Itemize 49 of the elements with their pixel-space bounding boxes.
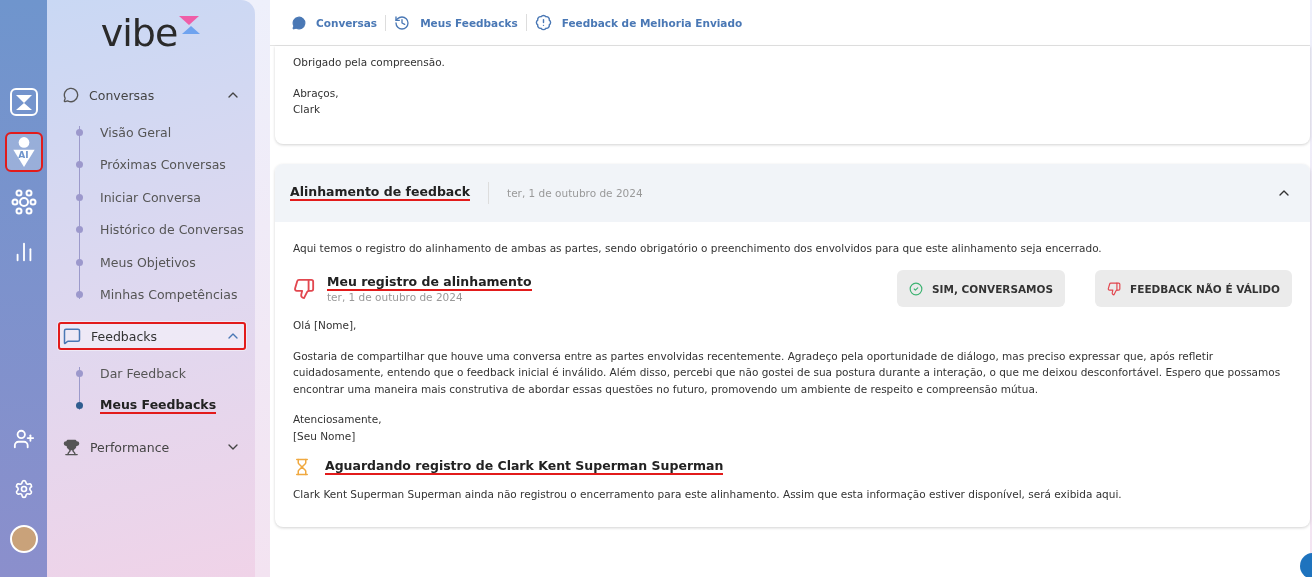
group-label: Feedbacks [91, 328, 159, 344]
hourglass-icon [293, 458, 311, 476]
vibe-logo: vibe [100, 14, 178, 52]
person-icon[interactable] [11, 136, 36, 168]
sidebar-group[interactable]: Performance [57, 432, 247, 462]
thumbs-down-icon [1107, 281, 1122, 296]
thumbs-down-icon [293, 277, 315, 300]
feedback-icon [63, 327, 81, 345]
sidebar-group[interactable]: Conversas [57, 80, 247, 110]
breadcrumb-link[interactable]: Meus Feedbacks [420, 16, 518, 29]
sidebar-item[interactable]: Histórico de Conversas [100, 222, 244, 238]
sidebar-item[interactable]: Meus Objetivos [100, 254, 196, 270]
sidebar-item[interactable]: Iniciar Conversa [100, 189, 201, 205]
breadcrumb-link[interactable]: Conversas [316, 16, 378, 29]
sidebar-item[interactable]: Visão Geral [100, 124, 172, 140]
sidebar-item[interactable]: Minhas Competências [100, 287, 238, 303]
network-icon[interactable] [10, 189, 37, 215]
waiting-text: Clark Kent Superman Superman ainda não registrou o encerramento para este alinhamento. Assim que esta informação estiver disponível, será exibida aqui. [293, 487, 1123, 502]
settings-icon[interactable] [13, 479, 34, 499]
chat-bubble-icon [63, 87, 79, 103]
message-paragraph: Olá [Nome], [293, 318, 358, 333]
sidebar-item[interactable]: Dar Feedback [100, 365, 186, 381]
check-icon [909, 281, 924, 296]
breadcrumb-link[interactable]: Feedback de Melhoria Enviado [561, 16, 743, 29]
app-logo-icon[interactable] [9, 88, 38, 116]
history-icon [394, 14, 411, 31]
group-label: Performance [90, 439, 171, 455]
waiting-title: Aguardando registro de Clark Kent Superman Superman [325, 458, 724, 475]
intro-text: Aqui temos o registro do alinhamento de ambas as partes, sendo obrigatório o preenchimento dos envolvidos para que este alinhamento seja encerrado. [293, 240, 1103, 256]
trophy-icon [63, 438, 80, 456]
alert-icon [534, 14, 552, 31]
reject-button[interactable]: FEEDBACK NÃO É VÁLIDO [1095, 270, 1292, 307]
group-label: Conversas [89, 87, 156, 103]
message-paragraph: Gostaria de compartilhar que houve uma conversa entre as partes envolvidas recentemente. Agradeço pela oportunidade de diálogo, mas preciso expressar que, após refletir cuidadosamente, entendo que o feedback inicial é inválido. Além disso, percebi que não gostei de sua postura durante a interação, o que me deixou desconfortável. Espero que possamos encontrar uma maneira mais construtiva de abordar essas questões no futuro, promovendo um ambiente de respeito e compreensão mútua. [293, 348, 1282, 397]
sidebar-group[interactable]: Feedbacks [57, 321, 247, 351]
record-date: ter, 1 de outubro de 2024 [327, 291, 464, 303]
message-paragraph: Abraços, Clark [293, 85, 340, 117]
record-title: Meu registro de alinhamento [327, 274, 532, 291]
card-title: Alinhamento de feedback [290, 184, 471, 201]
ai-label: AI [17, 151, 30, 160]
avatar[interactable] [9, 525, 38, 553]
add-user-icon[interactable] [12, 428, 35, 450]
card-date: ter, 1 de outubro de 2024 [488, 181, 1276, 204]
sidebar-item[interactable]: Próximas Conversas [100, 157, 226, 173]
message-paragraph: Atenciosamente, [Seu Nome] [293, 412, 383, 444]
chat-bubble-icon [292, 15, 306, 30]
sidebar-item[interactable]: Meus Feedbacks [100, 397, 217, 415]
message-paragraph: Obrigado pela compreensão. [293, 55, 446, 70]
confirm-button[interactable]: SIM, CONVERSAMOS [897, 270, 1066, 307]
